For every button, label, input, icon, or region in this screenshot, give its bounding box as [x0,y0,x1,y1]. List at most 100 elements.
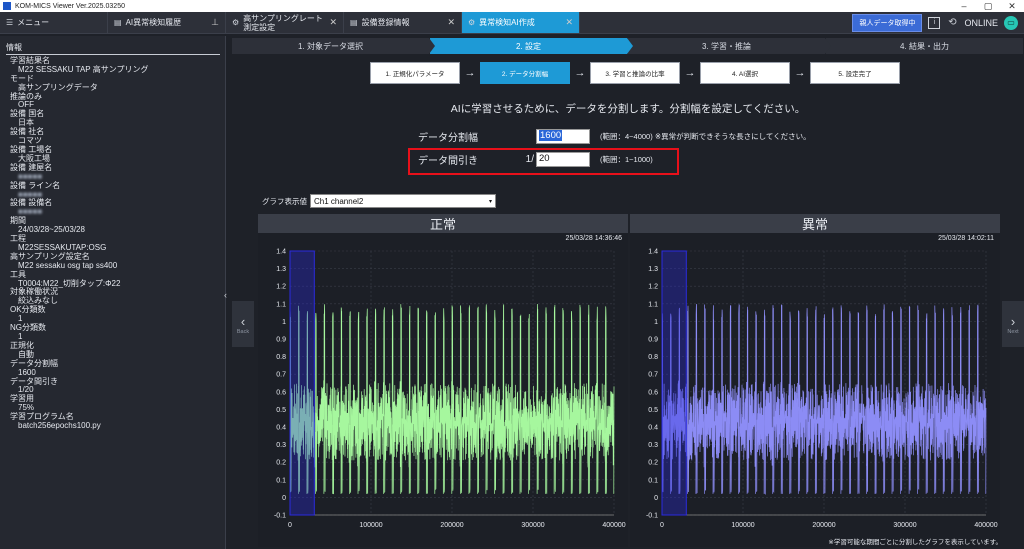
close-window-icon[interactable]: ✕ [1000,1,1024,12]
chart-normal-plot[interactable]: -0.100.10.20.30.40.50.60.70.80.911.11.21… [258,245,628,545]
close-tab-icon[interactable]: ✕ [565,17,573,28]
x-tick-label: 400000 [974,522,997,529]
maximize-icon[interactable]: ▢ [976,1,1000,12]
y-tick-label: 0.7 [648,372,658,379]
substep-complete[interactable]: 5. 設定完了 [810,62,900,84]
sidebar-field-label: データ分割幅 [10,358,58,368]
y-tick-label: 1.4 [276,249,286,256]
sidebar-field-value: 1 [18,332,23,341]
y-tick-label: 0 [654,495,658,502]
main-content: 1. 対象データ選択 2. 設定 3. 学習・推論 4. 結果・出力 1. 正規… [232,36,1024,549]
info-icon[interactable]: i [928,16,941,29]
chart-timestamp: 25/03/28 14:02:11 [938,235,994,242]
sidebar-field-value: ■■■■■ [18,207,43,217]
split-width-range: (範囲：4~4000) ※異常が判断できそうな長さにしてください。 [600,132,811,141]
next-label: Next [1007,328,1019,335]
waveform-series [661,303,987,495]
y-tick-label: 0.9 [276,337,286,344]
gear-icon: ⚙ [468,18,476,27]
y-tick-label: 0.5 [648,407,658,414]
step-results[interactable]: 4. 結果・出力 [826,38,1024,54]
close-tab-icon[interactable]: ✕ [447,17,455,28]
split-width-row: データ分割幅 1600 (範囲：4~4000) ※異常が判断できそうな長さにして… [418,129,811,144]
x-tick-label: 300000 [521,522,544,529]
substep-ratio[interactable]: 3. 学習と推論の比率 [590,62,680,84]
y-tick-label: -0.1 [646,513,658,520]
y-tick-label: 1.3 [648,266,658,273]
y-tick-label: 0.1 [276,477,286,484]
step-progress-bar: 1. 対象データ選択 2. 設定 3. 学習・推論 4. 結果・出力 [232,38,1024,54]
chart-abnormal: 異常 25/03/28 14:02:11 -0.1 0 0.1 0.2 0.3 0.4 0.… [630,214,1000,547]
title-bar: KOM-MICS Viewer Ver.2025.03250 – ▢ ✕ [0,0,1024,12]
step-data-select[interactable]: 1. 対象データ選択 [232,38,435,54]
graph-select-dropdown[interactable]: Ch1 channel2 ▾ [310,194,496,208]
arrow-right-icon: → [684,67,696,79]
y-tick-label: 0.3 [648,442,658,449]
gear-icon: ⚙ [232,18,240,27]
y-tick-label: 0.8 [276,354,286,361]
instruction-text: AIに学習させるために、データを分割します。分割幅を設定してください。 [450,103,806,115]
back-label: Back [236,328,250,335]
tab-label: 高サンプリングレート 測定設定 [243,13,323,32]
y-tick-label: 1.2 [276,284,286,291]
sidebar-field-label: OK分類数 [10,305,46,315]
data-fetch-status-button[interactable]: 親人データ取得中 [852,13,923,32]
monitor-icon[interactable]: ▭ [1004,15,1018,30]
x-tick-label: 0 [288,522,292,529]
sidebar-field-label: データ間引き [10,376,58,386]
x-tick-label: 400000 [602,522,625,529]
arrow-right-icon: → [464,67,476,79]
sidebar-field-label: NG分類数 [10,323,46,333]
graph-select-label: グラフ表示値 [262,196,307,206]
tab-equipment-info[interactable]: ▤ 設備登録情報 ✕ [344,12,462,33]
back-button[interactable]: ‹ Back [232,301,254,347]
close-tab-icon[interactable]: ✕ [329,17,337,28]
tab-menu[interactable]: ☰ メニュー [0,12,108,33]
chart-timestamp: 25/03/28 14:36:46 [565,235,622,242]
y-tick-label: 1.4 [648,249,658,256]
chart-title: 異常 [630,214,1000,233]
tab-ai-history[interactable]: ▤ AI異常検知履歴 ⊥ [108,12,226,33]
tab-bar: ☰ メニュー ▤ AI異常検知履歴 ⊥ ⚙ 高サンプリングレート 測定設定 ✕ … [0,12,1024,34]
substep-bar: 1. 正規化パラメータ → 2. データ分割幅 → 3. 学習と推論の比率 → … [370,62,900,84]
step-settings[interactable]: 2. 設定 [430,38,633,54]
sidebar-field-value: M22 SESSAKU TAP 高サンプリング [18,64,149,74]
x-tick-label: 300000 [893,522,916,529]
sidebar-field-value: 1/20 [18,385,34,395]
y-tick-label: 0.1 [648,477,658,484]
sidebar-field-label: 設備 国名 [10,109,45,119]
sidebar-field-label: 学習用 [10,394,34,404]
split-width-input[interactable]: 1600 [536,129,590,144]
sidebar-field-value: batch256epochs100.py [18,421,101,431]
chart-title: 正常 [258,214,628,233]
x-tick-label: 100000 [731,522,754,529]
waveform-series [289,303,615,495]
split-width-label: データ分割幅 [418,133,478,144]
y-tick-label: 1.3 [276,266,286,273]
substep-normalize[interactable]: 1. 正規化パラメータ [370,62,460,84]
dropdown-arrow-icon: ▾ [488,198,492,205]
chart-abnormal-plot[interactable]: -0.100.10.20.30.40.50.60.70.80.911.11.21… [630,245,1000,545]
minimize-icon[interactable]: – [952,1,976,11]
y-tick-label: 1.1 [648,301,658,308]
y-tick-label: 0 [282,495,286,502]
tab-sampling-settings[interactable]: ⚙ 高サンプリングレート 測定設定 ✕ [226,12,344,33]
x-tick-label: 200000 [440,522,463,529]
next-button[interactable]: › Next [1002,301,1024,347]
window-title: KOM-MICS Viewer Ver.2025.03250 [15,2,125,10]
substep-split-width[interactable]: 2. データ分割幅 [480,62,570,84]
pin-icon[interactable]: ⊥ [211,17,219,28]
substep-ai-select[interactable]: 4. AI選択 [700,62,790,84]
document-icon: ▤ [350,18,358,27]
tab-ai-create[interactable]: ⚙ 異常検知AI作成 ✕ [462,12,580,33]
collapse-sidebar-icon[interactable]: ‹ [224,290,227,300]
y-tick-label: 0.4 [648,425,658,432]
tab-label: メニュー [17,18,50,27]
x-tick-label: 0 [660,522,664,529]
tab-label: AI異常検知履歴 [125,18,182,27]
sidebar-title: 情報 [6,43,22,52]
step-training[interactable]: 3. 学習・推論 [628,38,831,54]
highlight-box [408,148,679,175]
document-icon: ▤ [114,18,122,27]
sync-icon[interactable]: ⟲ [946,17,958,29]
